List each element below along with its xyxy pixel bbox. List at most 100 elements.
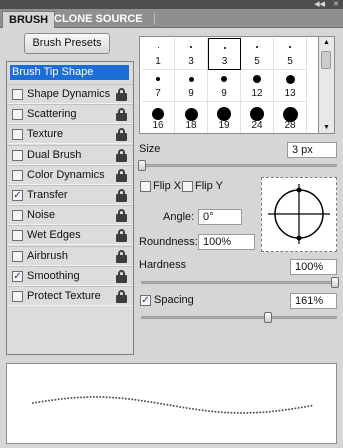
- stroke-dot: [108, 396, 111, 399]
- lock-icon[interactable]: [116, 269, 127, 283]
- hardness-field[interactable]: 100%: [290, 259, 337, 275]
- roundness-field[interactable]: 100%: [198, 234, 255, 250]
- brush-tip-dot-icon: [152, 108, 164, 120]
- close-icon[interactable]: ✕: [333, 0, 339, 9]
- sidebar-checkbox[interactable]: [12, 291, 23, 302]
- stroke-dot: [185, 407, 188, 409]
- brush-tip-size-label: 5: [254, 56, 260, 67]
- sidebar-checkbox[interactable]: [12, 210, 23, 222]
- brush-tip-size-label: 12: [251, 88, 263, 99]
- collapse-icon[interactable]: ◀◀: [314, 0, 325, 9]
- stroke-dot: [272, 410, 274, 413]
- stroke-dot: [281, 409, 284, 412]
- brush-presets-button[interactable]: Brush Presets: [24, 33, 110, 54]
- hardness-slider-thumb[interactable]: [331, 277, 339, 288]
- sidebar-item-airbrush[interactable]: Airbrush: [7, 245, 133, 266]
- stroke-dot: [166, 403, 169, 406]
- brush-tip-cell[interactable]: 3: [175, 38, 208, 70]
- stroke-dot: [70, 397, 73, 399]
- brush-tip-cell[interactable]: 7: [142, 70, 175, 102]
- sidebar-checkbox[interactable]: [12, 230, 23, 242]
- sidebar-item-label: Texture: [27, 128, 64, 141]
- spacing-slider-track[interactable]: [141, 316, 337, 319]
- scroll-up-icon[interactable]: ▲: [323, 39, 330, 46]
- lock-icon[interactable]: [116, 168, 127, 182]
- angle-roundness-preview[interactable]: [261, 177, 337, 252]
- scroll-thumb[interactable]: [321, 51, 331, 69]
- brush-tip-cell[interactable]: 12: [241, 70, 274, 102]
- brush-tip-scrollbar[interactable]: ▲ ▼: [319, 36, 335, 134]
- brush-tip-cell[interactable]: 18: [175, 102, 208, 133]
- brush-tip-shape-item[interactable]: Brush Tip Shape: [10, 65, 129, 80]
- flip-y-checkbox[interactable]: [182, 181, 193, 192]
- stroke-dot: [140, 399, 143, 402]
- lock-icon[interactable]: [116, 128, 127, 142]
- sidebar-item-shape-dynamics[interactable]: Shape Dynamics: [7, 84, 133, 104]
- lock-icon[interactable]: [116, 108, 127, 122]
- stroke-dot: [310, 404, 313, 407]
- sidebar-item-smoothing[interactable]: ✓ Smoothing: [7, 265, 133, 286]
- sidebar-item-texture[interactable]: Texture: [7, 124, 133, 145]
- lock-icon[interactable]: [116, 290, 127, 303]
- brush-tip-cell[interactable]: 28: [274, 102, 307, 133]
- angle-field[interactable]: 0°: [198, 209, 242, 225]
- flip-x-checkbox[interactable]: [140, 181, 151, 192]
- brush-tip-cell[interactable]: 9: [208, 70, 241, 102]
- sidebar-item-color-dynamics[interactable]: Color Dynamics: [7, 164, 133, 185]
- sidebar-checkbox[interactable]: [12, 89, 23, 100]
- roundness-label: Roundness:: [139, 236, 198, 248]
- sidebar-item-transfer[interactable]: ✓ Transfer: [7, 185, 133, 205]
- hardness-slider-track[interactable]: [141, 281, 337, 284]
- brush-tip-cell[interactable]: 16: [142, 102, 175, 133]
- brush-tip-cell[interactable]: 24: [241, 102, 274, 133]
- stroke-dot: [73, 396, 76, 399]
- stroke-dot: [92, 396, 95, 398]
- brush-tip-dot-icon: [285, 74, 295, 84]
- sidebar-item-wet-edges[interactable]: Wet Edges: [7, 225, 133, 246]
- lock-icon[interactable]: [116, 148, 127, 162]
- lock-icon[interactable]: [116, 209, 127, 223]
- brush-tip-cell[interactable]: 3: [208, 38, 241, 70]
- lock-icon[interactable]: [116, 88, 127, 101]
- sidebar-item-scattering[interactable]: Scattering: [7, 104, 133, 125]
- brush-tip-cell[interactable]: 1: [142, 38, 175, 70]
- brush-tip-dot-icon: [217, 107, 231, 121]
- spacing-checkbox[interactable]: ✓: [140, 295, 151, 306]
- brush-tip-cell[interactable]: 13: [274, 70, 307, 102]
- brush-tip-size-label: 18: [185, 120, 197, 131]
- spacing-field[interactable]: 161%: [290, 293, 337, 309]
- angle-crosshair-icon: [268, 184, 330, 244]
- stroke-dot: [227, 411, 230, 414]
- lock-icon[interactable]: [116, 249, 127, 263]
- stroke-dot: [48, 399, 50, 402]
- sidebar-checkbox[interactable]: [12, 149, 23, 161]
- stroke-dot: [201, 409, 204, 412]
- spacing-slider-thumb[interactable]: [264, 312, 272, 323]
- stroke-dot: [86, 396, 89, 399]
- sidebar-item-noise[interactable]: Noise: [7, 205, 133, 226]
- lock-icon[interactable]: [116, 189, 127, 202]
- lock-icon[interactable]: [116, 229, 127, 243]
- sidebar-checkbox[interactable]: ✓: [12, 270, 23, 282]
- brush-tip-cell[interactable]: 19: [208, 102, 241, 133]
- sidebar-item-dual-brush[interactable]: Dual Brush: [7, 144, 133, 165]
- brush-tip-cell[interactable]: 5: [274, 38, 307, 70]
- brush-tip-dot-icon: [289, 46, 291, 48]
- tab-clone-source[interactable]: CLONE SOURCE: [48, 11, 155, 28]
- size-slider-track[interactable]: [141, 164, 337, 167]
- size-label: Size: [139, 143, 161, 155]
- size-field[interactable]: 3 px: [287, 142, 337, 158]
- sidebar-checkbox[interactable]: [12, 109, 23, 121]
- stroke-dot: [284, 408, 287, 411]
- sidebar-checkbox[interactable]: ✓: [12, 190, 23, 201]
- sidebar-item-protect-texture[interactable]: Protect Texture: [7, 286, 133, 306]
- brush-tip-cell[interactable]: 9: [175, 70, 208, 102]
- stroke-dot: [220, 411, 223, 414]
- sidebar-checkbox[interactable]: [12, 250, 23, 262]
- sidebar-checkbox[interactable]: [12, 129, 23, 141]
- scroll-down-icon[interactable]: ▼: [323, 124, 330, 131]
- size-slider-thumb[interactable]: [138, 160, 146, 171]
- sidebar-checkbox[interactable]: [12, 169, 23, 181]
- stroke-dot: [252, 411, 255, 414]
- brush-tip-cell[interactable]: 5: [241, 38, 274, 70]
